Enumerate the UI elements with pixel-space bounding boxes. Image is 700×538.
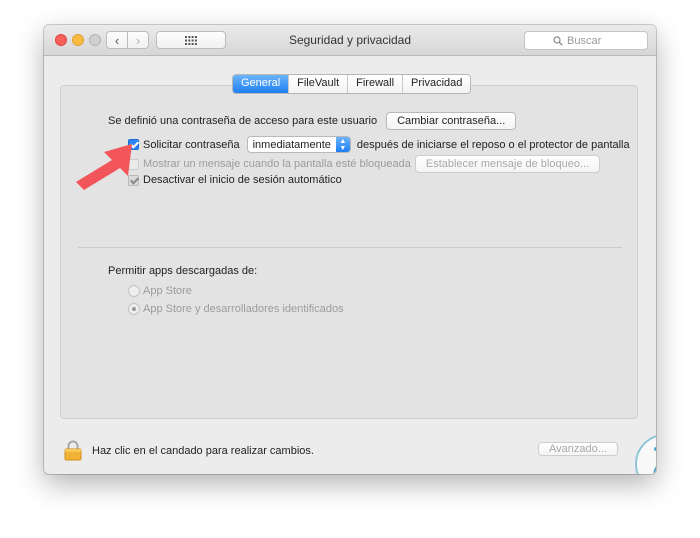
allow-apps-label: Permitir apps descargadas de: — [108, 265, 258, 277]
password-set-label: Se definió una contraseña de acceso para… — [108, 115, 378, 127]
autologin-row: Desactivar el inicio de sesión automátic… — [128, 174, 342, 186]
radio-app-store-row: App Store — [128, 285, 192, 297]
identified-developers-label: App Store y desarrolladores identificado… — [143, 303, 344, 315]
search-icon — [553, 35, 563, 46]
red-arrow-annotation — [76, 144, 132, 190]
tab-firewall[interactable]: Firewall — [348, 75, 404, 93]
select-arrows-icon: ▲ ▼ — [335, 137, 350, 152]
require-password-row: Solicitar contraseña inmediatamente ▲ ▼ d… — [128, 136, 630, 153]
app-store-label: App Store — [143, 285, 192, 297]
search-field[interactable] — [524, 31, 648, 50]
change-password-button[interactable]: Cambiar contraseña... — [386, 112, 517, 130]
lock-instructions: Haz clic en el candado para realizar cam… — [92, 445, 314, 457]
lock-message-label: Mostrar un mensaje cuando la pantalla es… — [143, 158, 411, 170]
app-store-radio[interactable] — [128, 285, 140, 297]
lock-icon[interactable] — [64, 440, 82, 461]
select-value: inmediatamente — [252, 138, 331, 151]
lock-message-row: Mostrar un mensaje cuando la pantalla es… — [128, 155, 601, 173]
logo-watermark — [635, 435, 656, 474]
require-password-delay-select[interactable]: inmediatamente ▲ ▼ — [246, 136, 351, 153]
disable-autologin-label: Desactivar el inicio de sesión automátic… — [143, 174, 342, 186]
radio-identified-row: App Store y desarrolladores identificado… — [128, 303, 344, 315]
search-input[interactable] — [567, 34, 619, 47]
advanced-button[interactable]: Avanzado... — [538, 442, 618, 456]
section-divider — [78, 247, 622, 248]
password-row: Se definió una contraseña de acceso para… — [108, 112, 517, 130]
tab-general[interactable]: General — [233, 75, 290, 93]
tab-bar: General FileVault Firewall Privacidad — [232, 74, 472, 94]
require-password-suffix: después de iniciarse el reposo o el prot… — [356, 138, 630, 151]
preferences-window: ‹ › Seguridad y privacidad General — [44, 25, 656, 474]
set-lock-message-button[interactable]: Establecer mensaje de bloqueo... — [414, 155, 601, 173]
tab-filevault[interactable]: FileVault — [289, 75, 349, 93]
title-bar: ‹ › Seguridad y privacidad — [44, 25, 656, 56]
allow-apps-heading-row: Permitir apps descargadas de: — [108, 265, 257, 277]
identified-developers-radio[interactable] — [128, 303, 140, 315]
require-password-label: Solicitar contraseña — [143, 138, 240, 151]
tab-privacidad[interactable]: Privacidad — [403, 75, 471, 93]
